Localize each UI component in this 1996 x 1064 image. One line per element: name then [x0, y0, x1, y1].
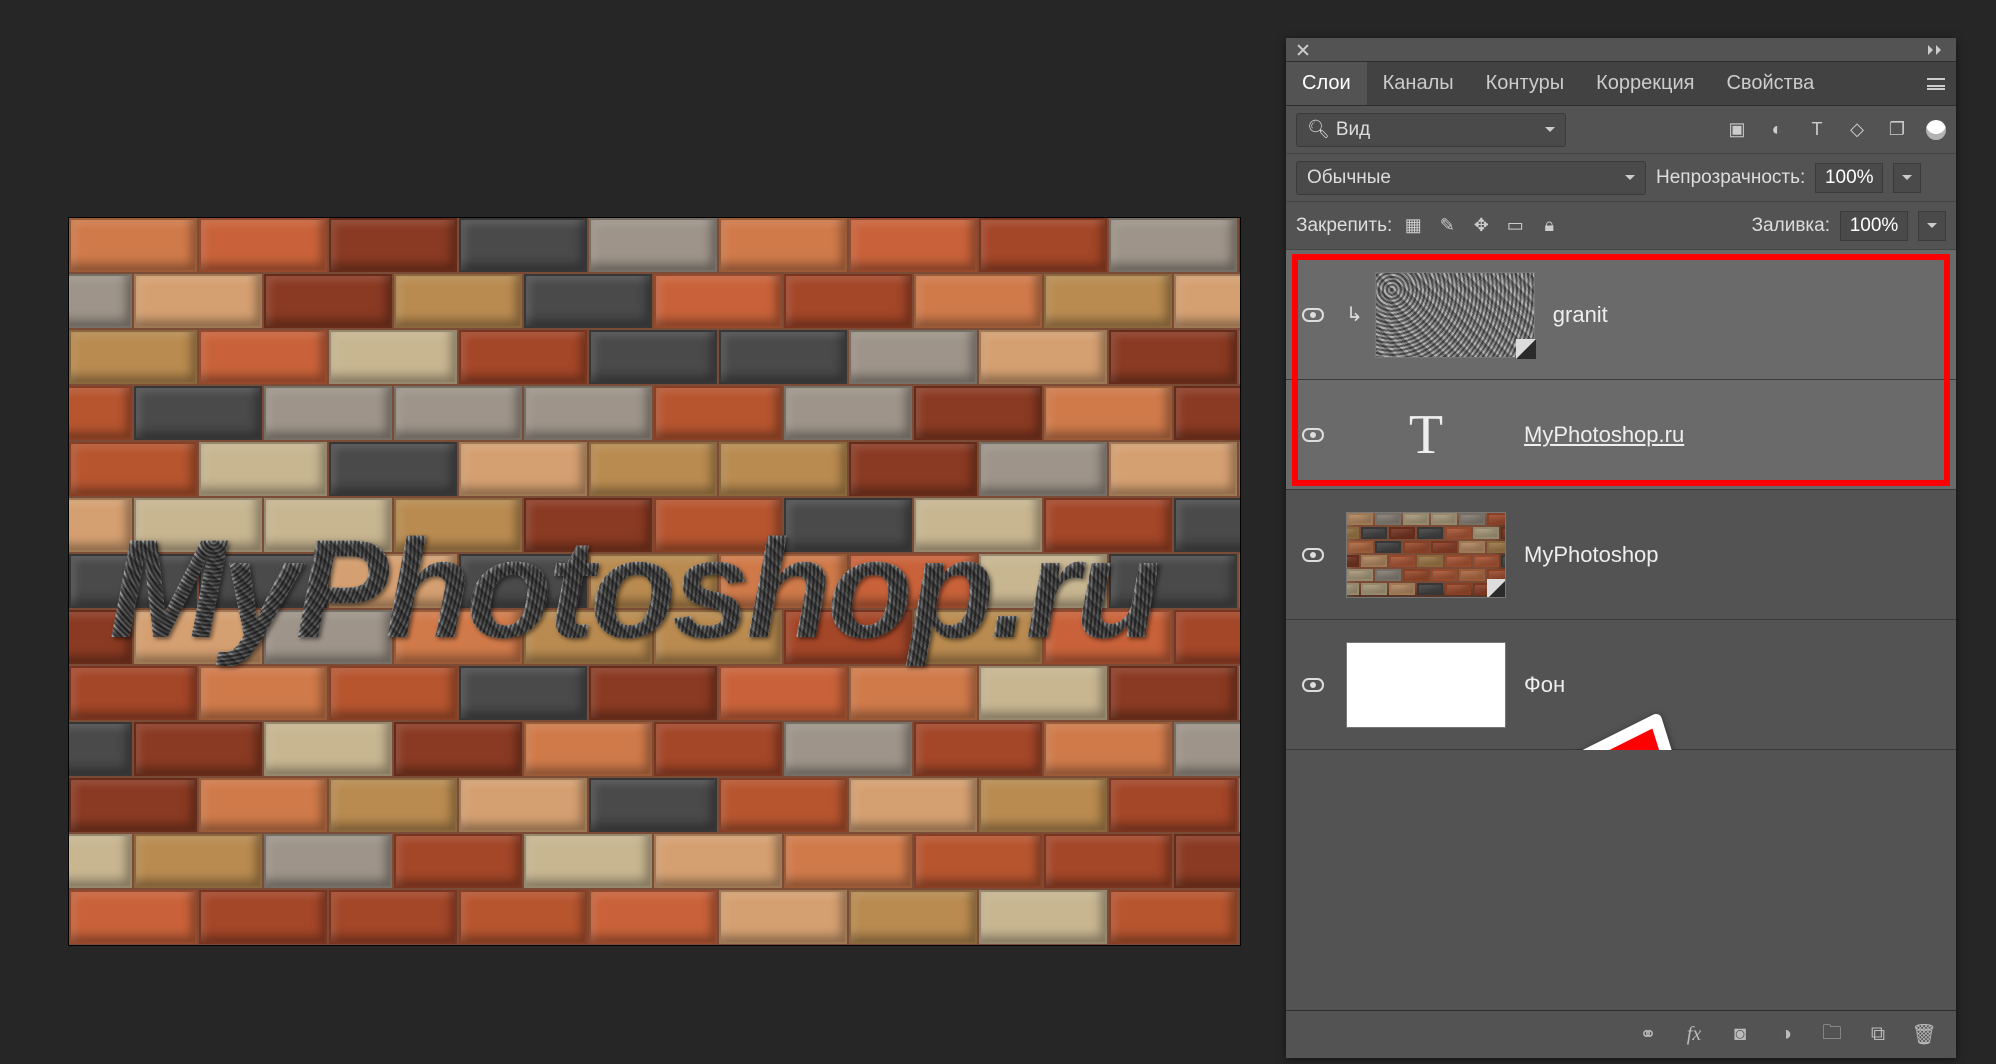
visibility-eye-icon[interactable] [1302, 548, 1324, 562]
lock-transparent-icon[interactable]: ▦ [1402, 215, 1424, 237]
tab-2[interactable]: Контуры [1470, 62, 1580, 105]
image-icon[interactable]: ▣ [1726, 119, 1748, 141]
document-canvas[interactable]: MyPhotoshop.ru [69, 218, 1240, 945]
fill-value[interactable]: 100% [1840, 211, 1908, 241]
layer-name-label[interactable]: granit [1553, 302, 1608, 328]
clip-indicator-icon: ↳ [1346, 302, 1363, 327]
lock-all-icon[interactable]: 🔒︎ [1538, 215, 1560, 237]
adjust-icon[interactable]: ◐ [1766, 119, 1788, 141]
layer-thumb [1346, 512, 1506, 598]
layer-filter-row: 🔍︎ Вид ▣ ◐ T ◇ ❐ [1286, 106, 1956, 154]
link-icon[interactable]: ⚭ [1636, 1023, 1660, 1047]
blend-mode-dropdown[interactable]: Обычные [1296, 161, 1646, 195]
layers-list: ↳ granit T MyPhotoshop.ru MyPhotoshop Фон [1286, 250, 1956, 750]
chevron-down-icon [1625, 175, 1635, 185]
blend-mode-value: Обычные [1307, 167, 1391, 189]
layer-row-2[interactable]: MyPhotoshop [1286, 490, 1956, 620]
opacity-stepper[interactable] [1893, 163, 1921, 193]
layer-row-3[interactable]: Фон [1286, 620, 1956, 750]
type-layer-thumb: T [1346, 392, 1506, 478]
layer-row-1[interactable]: T MyPhotoshop.ru [1286, 380, 1956, 490]
layer-thumb [1375, 272, 1535, 358]
fill-label: Заливка: [1752, 215, 1830, 237]
tab-0[interactable]: Слои [1286, 62, 1367, 105]
opacity-label: Непрозрачность: [1656, 167, 1805, 189]
lock-label: Закрепить: [1296, 215, 1392, 237]
smartobj-icon[interactable]: ❐ [1886, 119, 1908, 141]
tab-1[interactable]: Каналы [1367, 62, 1470, 105]
fx-icon[interactable]: fx [1682, 1023, 1706, 1047]
collapse-icon[interactable] [1928, 45, 1948, 55]
layer-name-label[interactable]: MyPhotoshop [1524, 542, 1659, 568]
lock-paint-icon[interactable]: ✎ [1436, 215, 1458, 237]
lock-position-icon[interactable]: ✥ [1470, 215, 1492, 237]
layer-filter-dropdown[interactable]: 🔍︎ Вид [1296, 113, 1566, 147]
visibility-eye-icon[interactable] [1302, 678, 1324, 692]
visibility-eye-icon[interactable] [1302, 428, 1324, 442]
tab-4[interactable]: Свойства [1710, 62, 1830, 105]
shape-icon[interactable]: ◇ [1846, 119, 1868, 141]
blend-row: Обычные Непрозрачность: 100% [1286, 154, 1956, 202]
lock-row: Закрепить: ▦ ✎ ✥ ▭ 🔒︎ Заливка: 100% [1286, 202, 1956, 250]
chevron-down-icon [1545, 127, 1555, 137]
adjustment-icon[interactable]: ◑ [1774, 1023, 1798, 1047]
new-layer-icon[interactable]: ⧉ [1866, 1023, 1890, 1047]
visibility-eye-icon[interactable] [1302, 308, 1324, 322]
mask-icon[interactable]: ◙ [1728, 1023, 1752, 1047]
layers-panel: СлоиКаналыКонтурыКоррекцияСвойства 🔍︎ Вид… [1286, 38, 1956, 1058]
type-icon[interactable]: T [1806, 119, 1828, 141]
canvas-type-overlay: MyPhotoshop.ru [109, 508, 1157, 670]
fill-stepper[interactable] [1918, 211, 1946, 241]
panel-menu-button[interactable] [1916, 62, 1956, 105]
layer-row-0[interactable]: ↳ granit [1286, 250, 1956, 380]
layer-thumb [1346, 642, 1506, 728]
app-workspace: MyPhotoshop.ru СлоиКаналыКонтурыКоррекци… [0, 0, 1996, 1064]
group-icon[interactable]: 🗀 [1820, 1023, 1844, 1047]
filter-label: Вид [1336, 119, 1370, 140]
close-icon[interactable] [1296, 43, 1310, 57]
panel-footer: ⚭ fx ◙ ◑ 🗀 ⧉ 🗑 [1286, 1010, 1956, 1058]
lock-artboard-icon[interactable]: ▭ [1504, 215, 1526, 237]
panel-tabs: СлоиКаналыКонтурыКоррекцияСвойства [1286, 62, 1956, 106]
trash-icon[interactable]: 🗑 [1912, 1023, 1936, 1047]
layer-name-label[interactable]: Фон [1524, 672, 1565, 698]
search-icon: 🔍︎ [1307, 119, 1330, 139]
filter-toggle[interactable] [1926, 120, 1946, 140]
opacity-value[interactable]: 100% [1815, 163, 1883, 193]
layer-name-label[interactable]: MyPhotoshop.ru [1524, 422, 1684, 448]
panel-titlebar[interactable] [1286, 38, 1956, 62]
tab-3[interactable]: Коррекция [1580, 62, 1710, 105]
